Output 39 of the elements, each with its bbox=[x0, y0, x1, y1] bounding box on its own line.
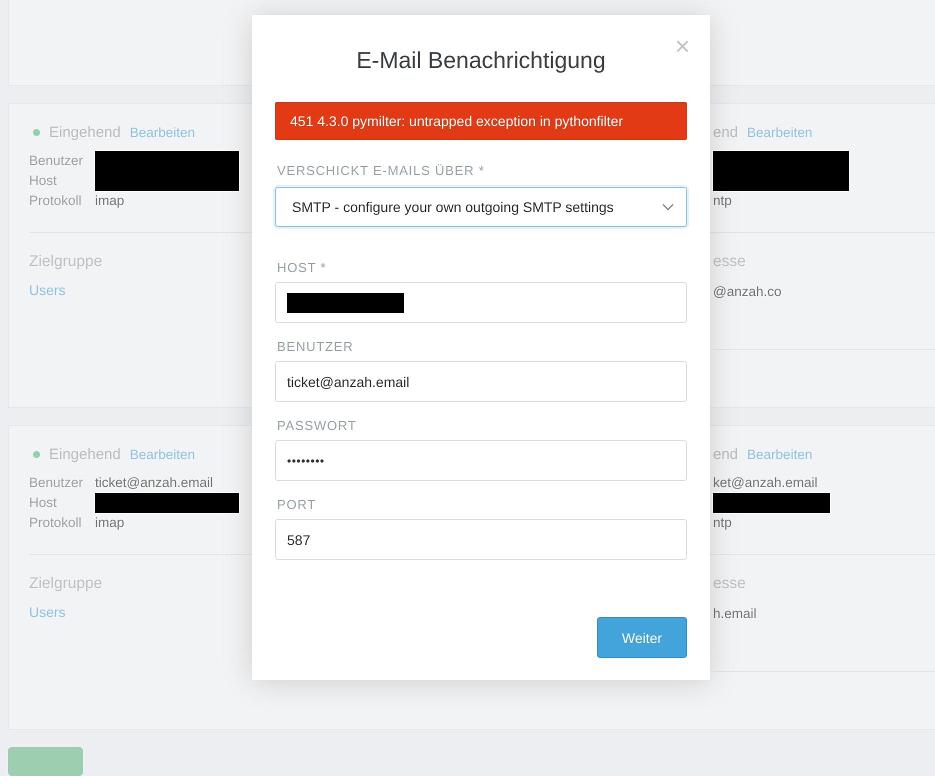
field-label: HOST * bbox=[277, 260, 328, 275]
chevron-down-icon bbox=[662, 203, 674, 211]
field-label: Protokoll bbox=[29, 515, 83, 530]
field-label: PASSWORT bbox=[277, 418, 358, 433]
address-value: @anzah.co bbox=[713, 284, 782, 299]
edit-link[interactable]: Bearbeiten bbox=[747, 447, 812, 462]
dialog-title: E-Mail Benachrichtigung bbox=[356, 46, 606, 75]
input-field[interactable] bbox=[275, 282, 687, 323]
input-field[interactable]: 587 bbox=[275, 519, 687, 560]
password-field[interactable]: •••••••• bbox=[275, 440, 687, 481]
field-label: VERSCHICKT E-MAILS ÜBER * bbox=[277, 163, 486, 178]
send-via-dropdown[interactable]: SMTP - configure your own outgoing SMTP settings bbox=[275, 187, 687, 227]
input-field[interactable]: ticket@anzah.email bbox=[275, 361, 687, 402]
group-link[interactable]: Users bbox=[29, 604, 66, 620]
next-button[interactable]: Weiter bbox=[597, 617, 687, 658]
field-label: Benutzer bbox=[29, 475, 84, 490]
edit-link[interactable]: Bearbeiten bbox=[130, 125, 196, 140]
edit-link[interactable]: Bearbeiten bbox=[130, 447, 196, 462]
error-banner: 451 4.3.0 pymilter: untrapped exception in pythonfilter bbox=[275, 102, 687, 140]
field-label: Protokoll bbox=[29, 193, 83, 208]
field-label: BENUTZER bbox=[277, 339, 354, 354]
field-label: Host bbox=[29, 495, 58, 510]
status-label: end bbox=[713, 446, 738, 464]
status-label: Eingehend bbox=[49, 124, 121, 142]
field-label: PORT bbox=[277, 497, 318, 512]
field-value: imap bbox=[95, 193, 126, 208]
address-value: h.email bbox=[713, 606, 757, 621]
field-label: Benutzer bbox=[29, 153, 84, 168]
group-link[interactable]: Users bbox=[29, 282, 66, 298]
field-label: Host bbox=[29, 173, 58, 188]
status-label: Eingehend bbox=[49, 446, 121, 464]
field-value: ntp bbox=[713, 515, 732, 530]
edit-link[interactable]: Bearbeiten bbox=[747, 125, 812, 140]
status-label: end bbox=[713, 124, 738, 142]
close-button[interactable]: × bbox=[674, 35, 690, 57]
field-value: ket@anzah.email bbox=[713, 475, 818, 490]
field-value: imap bbox=[95, 515, 126, 530]
field-value: ticket@anzah.email bbox=[95, 475, 214, 490]
field-value: ntp bbox=[713, 193, 732, 208]
